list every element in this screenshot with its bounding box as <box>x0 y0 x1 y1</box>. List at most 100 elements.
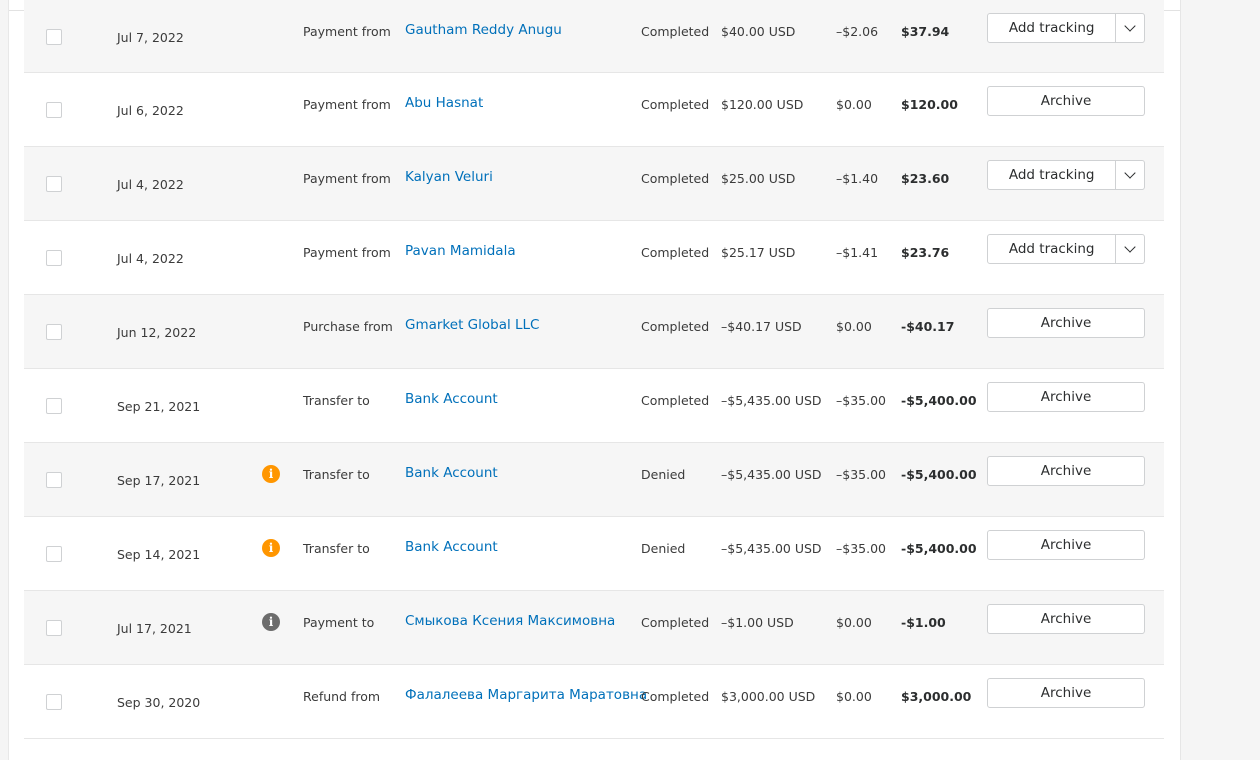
transaction-date: Jul 4, 2022 <box>117 251 184 266</box>
add-tracking-button[interactable]: Add tracking <box>987 160 1145 190</box>
fee-amount: –$35.00 <box>836 541 886 556</box>
transaction-type: Payment from <box>303 171 391 186</box>
row-checkbox[interactable] <box>46 472 62 488</box>
transaction-type: Refund from <box>303 689 381 704</box>
add-tracking-label: Add tracking <box>1008 241 1095 257</box>
gross-amount: –$5,435.00 USD <box>721 467 822 482</box>
add-tracking-label: Add tracking <box>1008 167 1095 183</box>
transaction-type: Payment from <box>303 245 391 260</box>
transaction-row[interactable]: Jul 4, 2022 Payment from Kalyan Veluri Comp… <box>24 147 1164 221</box>
net-amount: $120.00 <box>901 97 958 112</box>
net-amount: -$5,400.00 <box>901 541 977 556</box>
transaction-date: Jul 6, 2022 <box>117 103 184 118</box>
fee-amount: –$35.00 <box>836 393 886 408</box>
gross-amount: –$40.17 USD <box>721 319 802 334</box>
transaction-status: Completed <box>641 393 710 408</box>
add-tracking-label: Add tracking <box>1008 20 1095 36</box>
info-icon[interactable]: i <box>262 539 280 557</box>
fee-amount: $0.00 <box>836 615 872 630</box>
counterparty-link[interactable]: Смыкова Ксения Максимовна <box>405 613 615 629</box>
counterparty-link[interactable]: Gautham Reddy Anugu <box>405 22 562 38</box>
chevron-down-icon <box>1124 20 1136 32</box>
transaction-row[interactable]: Jul 7, 2022 Payment from Gautham Reddy Anu… <box>24 0 1164 73</box>
row-checkbox[interactable] <box>46 694 62 710</box>
archive-button[interactable]: Archive <box>987 604 1145 634</box>
counterparty-link[interactable]: Bank Account <box>405 391 498 407</box>
transaction-row[interactable]: Sep 30, 2020 Refund from Фалалеева Маргари… <box>24 665 1164 739</box>
row-checkbox[interactable] <box>46 102 62 118</box>
counterparty-link[interactable]: Kalyan Veluri <box>405 169 493 185</box>
transaction-status: Denied <box>641 467 686 482</box>
row-checkbox[interactable] <box>46 398 62 414</box>
transaction-date: Jun 12, 2022 <box>117 325 197 340</box>
gross-amount: $25.00 USD <box>721 171 796 186</box>
fee-amount: –$2.06 <box>836 24 879 39</box>
transaction-status: Completed <box>641 689 710 704</box>
transaction-row[interactable]: Sep 21, 2021 Transfer to Bank Account Compl… <box>24 369 1164 443</box>
transaction-status: Completed <box>641 245 710 260</box>
row-checkbox[interactable] <box>46 546 62 562</box>
gross-amount: $25.17 USD <box>721 245 796 260</box>
archive-button[interactable]: Archive <box>987 678 1145 708</box>
add-tracking-button[interactable]: Add tracking <box>987 13 1145 43</box>
transaction-row[interactable]: Jul 6, 2022 Payment from Abu Hasnat Complet… <box>24 73 1164 147</box>
net-amount: -$40.17 <box>901 319 955 334</box>
transaction-type: Payment to <box>303 615 375 630</box>
transaction-row[interactable]: Jul 17, 2021 i Payment to Смыкова Ксения Ма… <box>24 591 1164 665</box>
row-checkbox[interactable] <box>46 620 62 636</box>
transaction-status: Denied <box>641 541 686 556</box>
transaction-status: Completed <box>641 97 710 112</box>
transaction-status: Completed <box>641 615 710 630</box>
add-tracking-button[interactable]: Add tracking <box>987 234 1145 264</box>
row-checkbox[interactable] <box>46 29 62 45</box>
net-amount: -$1.00 <box>901 615 946 630</box>
transaction-row[interactable]: Jul 4, 2022 Payment from Pavan Mamidala Com… <box>24 221 1164 295</box>
chevron-down-icon <box>1124 241 1136 253</box>
transaction-type: Purchase from <box>303 319 393 334</box>
archive-button[interactable]: Archive <box>987 86 1145 116</box>
counterparty-link[interactable]: Bank Account <box>405 539 498 555</box>
chevron-down-icon <box>1124 167 1136 179</box>
net-amount: $23.76 <box>901 245 950 260</box>
archive-button[interactable]: Archive <box>987 456 1145 486</box>
row-checkbox[interactable] <box>46 324 62 340</box>
info-icon[interactable]: i <box>262 465 280 483</box>
archive-button[interactable]: Archive <box>987 530 1145 560</box>
transaction-status: Completed <box>641 319 710 334</box>
transaction-date: Sep 30, 2020 <box>117 695 201 710</box>
net-amount: -$5,400.00 <box>901 393 977 408</box>
activity-panel: Jul 7, 2022 Payment from Gautham Reddy Anu… <box>8 0 1181 760</box>
transaction-row[interactable]: Jun 12, 2022 Purchase from Gmarket Global … <box>24 295 1164 369</box>
transaction-type: Transfer to <box>303 541 370 556</box>
transaction-type: Transfer to <box>303 393 370 408</box>
transaction-date: Sep 14, 2021 <box>117 547 201 562</box>
counterparty-link[interactable]: Bank Account <box>405 465 498 481</box>
gross-amount: $120.00 USD <box>721 97 804 112</box>
counterparty-link[interactable]: Pavan Mamidala <box>405 243 516 259</box>
gross-amount: $3,000.00 USD <box>721 689 816 704</box>
transaction-row[interactable]: Sep 14, 2021 i Transfer to Bank Account Deni… <box>24 517 1164 591</box>
transaction-status: Completed <box>641 171 710 186</box>
fee-amount: $0.00 <box>836 689 872 704</box>
transaction-date: Jul 4, 2022 <box>117 177 184 192</box>
archive-button[interactable]: Archive <box>987 308 1145 338</box>
fee-amount: –$1.41 <box>836 245 879 260</box>
info-icon[interactable]: i <box>262 613 280 631</box>
archive-button[interactable]: Archive <box>987 382 1145 412</box>
gross-amount: –$5,435.00 USD <box>721 393 822 408</box>
transactions-list: Jul 7, 2022 Payment from Gautham Reddy Anu… <box>24 0 1164 739</box>
counterparty-link[interactable]: Abu Hasnat <box>405 95 483 111</box>
transaction-row[interactable]: Sep 17, 2021 i Transfer to Bank Account Deni… <box>24 443 1164 517</box>
more-actions-dropdown[interactable] <box>1115 161 1144 189</box>
transaction-date: Sep 21, 2021 <box>117 399 201 414</box>
row-checkbox[interactable] <box>46 250 62 266</box>
more-actions-dropdown[interactable] <box>1115 14 1144 42</box>
counterparty-link[interactable]: Фалалеева Маргарита Маратовна <box>405 687 647 703</box>
transaction-date: Jul 7, 2022 <box>117 30 184 45</box>
net-amount: -$5,400.00 <box>901 467 977 482</box>
more-actions-dropdown[interactable] <box>1115 235 1144 263</box>
gross-amount: –$1.00 USD <box>721 615 794 630</box>
row-checkbox[interactable] <box>46 176 62 192</box>
counterparty-link[interactable]: Gmarket Global LLC <box>405 317 540 333</box>
transaction-type: Payment from <box>303 97 391 112</box>
